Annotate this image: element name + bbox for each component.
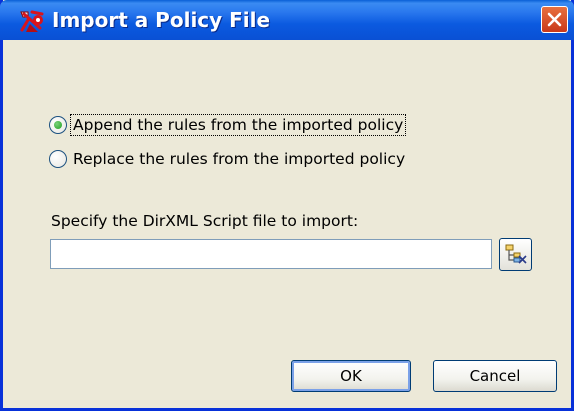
policy-import-icon [18, 8, 46, 34]
append-option-label[interactable]: Append the rules from the imported polic… [69, 114, 407, 136]
title-bar[interactable]: Import a Policy File [0, 0, 574, 40]
browse-tree-icon [505, 244, 527, 264]
file-field-label: Specify the DirXML Script file to import… [51, 212, 359, 230]
browse-button[interactable] [499, 238, 532, 271]
append-option[interactable]: Append the rules from the imported polic… [49, 112, 407, 138]
cancel-button[interactable]: Cancel [433, 360, 557, 392]
replace-radio[interactable] [49, 150, 67, 168]
import-policy-dialog: Import a Policy File Append the rules fr… [0, 0, 574, 411]
close-icon [547, 12, 562, 27]
close-button[interactable] [541, 6, 568, 33]
file-path-input[interactable] [50, 239, 492, 269]
window-title: Import a Policy File [52, 8, 271, 32]
replace-option[interactable]: Replace the rules from the imported poli… [49, 146, 407, 172]
replace-option-label[interactable]: Replace the rules from the imported poli… [71, 149, 407, 169]
append-radio[interactable] [49, 116, 67, 134]
ok-button[interactable]: OK [291, 360, 411, 392]
